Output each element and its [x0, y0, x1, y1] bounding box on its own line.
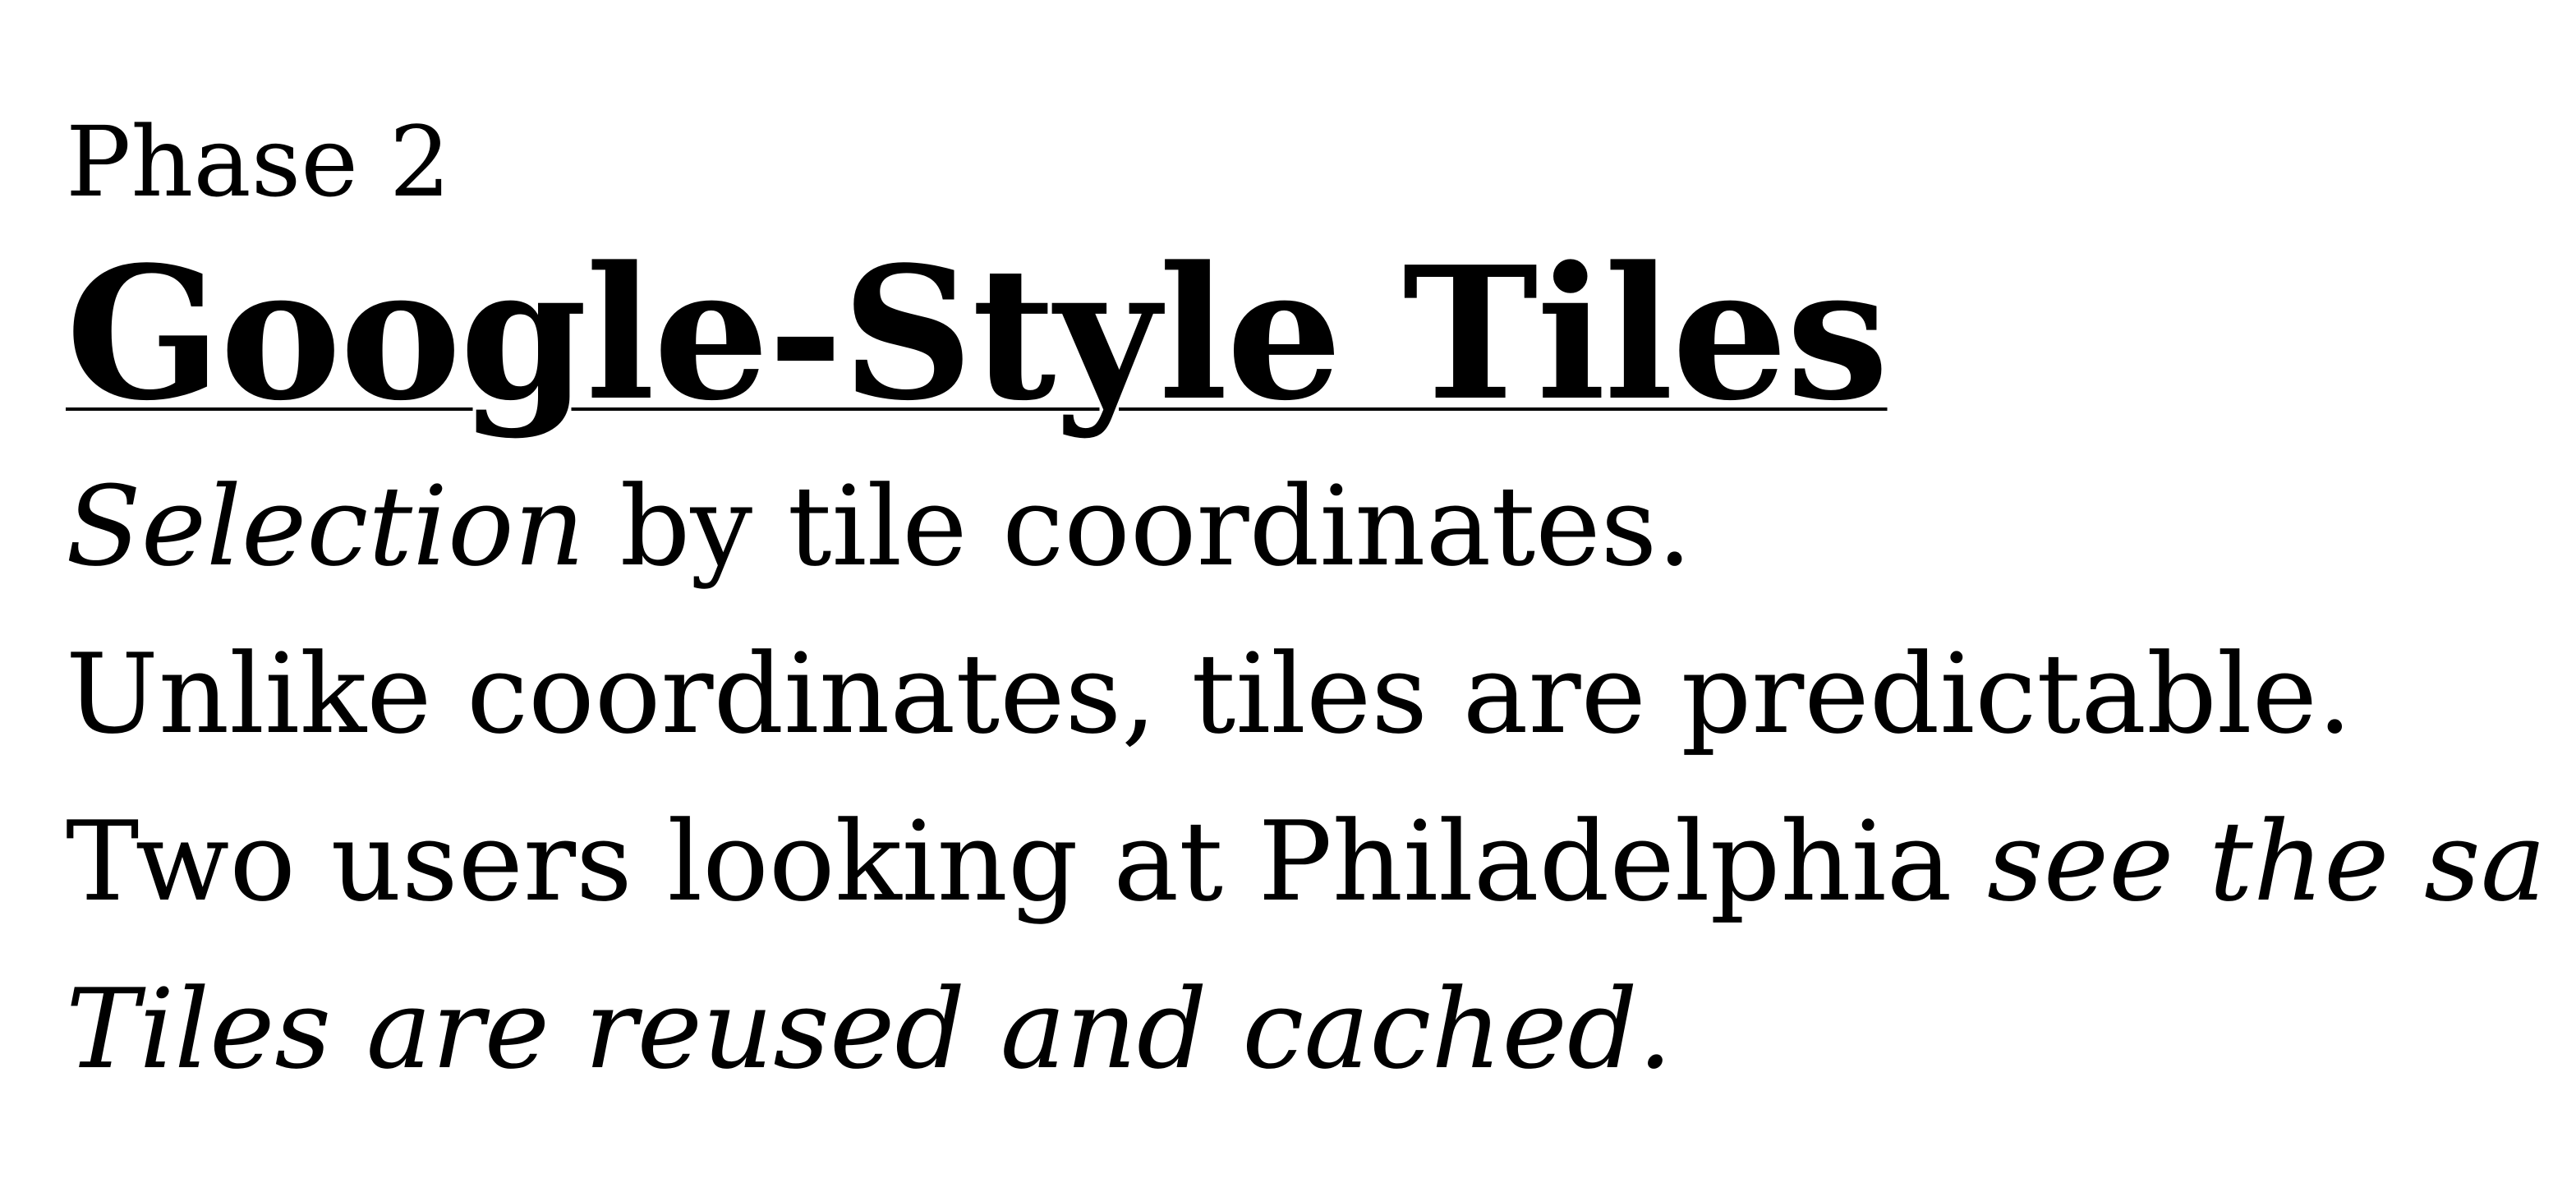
cached-emphasis: Tiles are reused and cached.: [66, 965, 1673, 1093]
slide-title: Google-Style Tiles: [66, 228, 1888, 441]
phase-label: Phase 2: [66, 105, 451, 219]
same-emphasis: see the sa: [1987, 798, 2546, 926]
predictable-text: Unlike coordinates, tiles are predictabl…: [66, 630, 2353, 758]
body-line-selection: Selection by tile coordinates.: [66, 472, 1692, 582]
selection-text: by tile coordinates.: [585, 463, 1692, 591]
selection-emphasis: Selection: [66, 463, 585, 591]
body-line-predictable: Unlike coordinates, tiles are predictabl…: [66, 639, 2353, 749]
body-line-cached: Tiles are reused and cached.: [66, 974, 1672, 1084]
slide: Phase 2 Google-Style Tiles Selection by …: [0, 0, 2576, 1183]
philadelphia-text: Two users looking at Philadelphia: [66, 798, 1988, 926]
body-line-philadelphia: Two users looking at Philadelphia see th…: [66, 807, 2546, 917]
